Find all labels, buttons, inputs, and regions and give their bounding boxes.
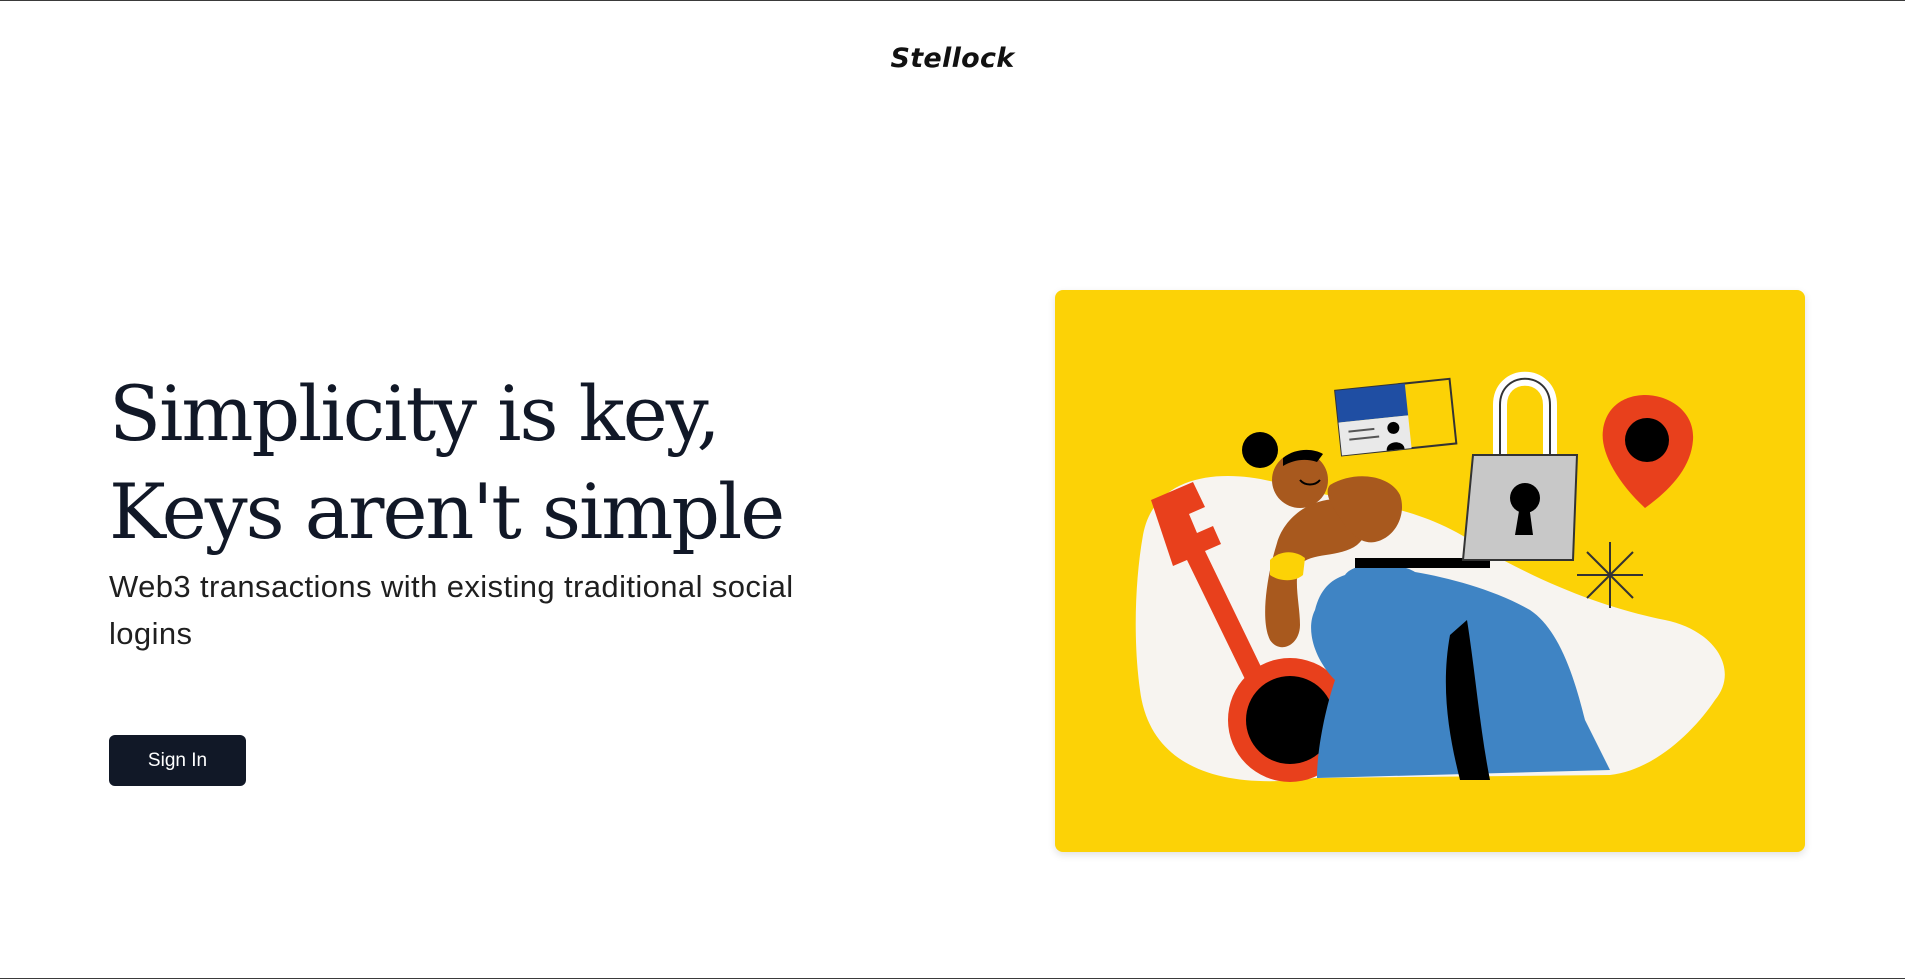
headline-line-1: Simplicity is key, <box>109 369 721 458</box>
location-pin-icon <box>1602 395 1694 508</box>
id-card-icon <box>1334 377 1458 457</box>
hero-subtitle: Web3 transactions with existing traditio… <box>109 569 794 651</box>
padlock-icon <box>1461 371 1579 561</box>
sign-in-button[interactable]: Sign In <box>109 735 246 786</box>
hero-text: Simplicity is key, Keys aren't simple We… <box>109 365 869 657</box>
brand-logo: Stellock <box>890 43 1015 74</box>
hero-illustration <box>1055 290 1805 852</box>
hero-headline: Simplicity is key, Keys aren't simple <box>109 365 869 561</box>
headline-line-2: Keys aren't simple <box>109 467 785 556</box>
